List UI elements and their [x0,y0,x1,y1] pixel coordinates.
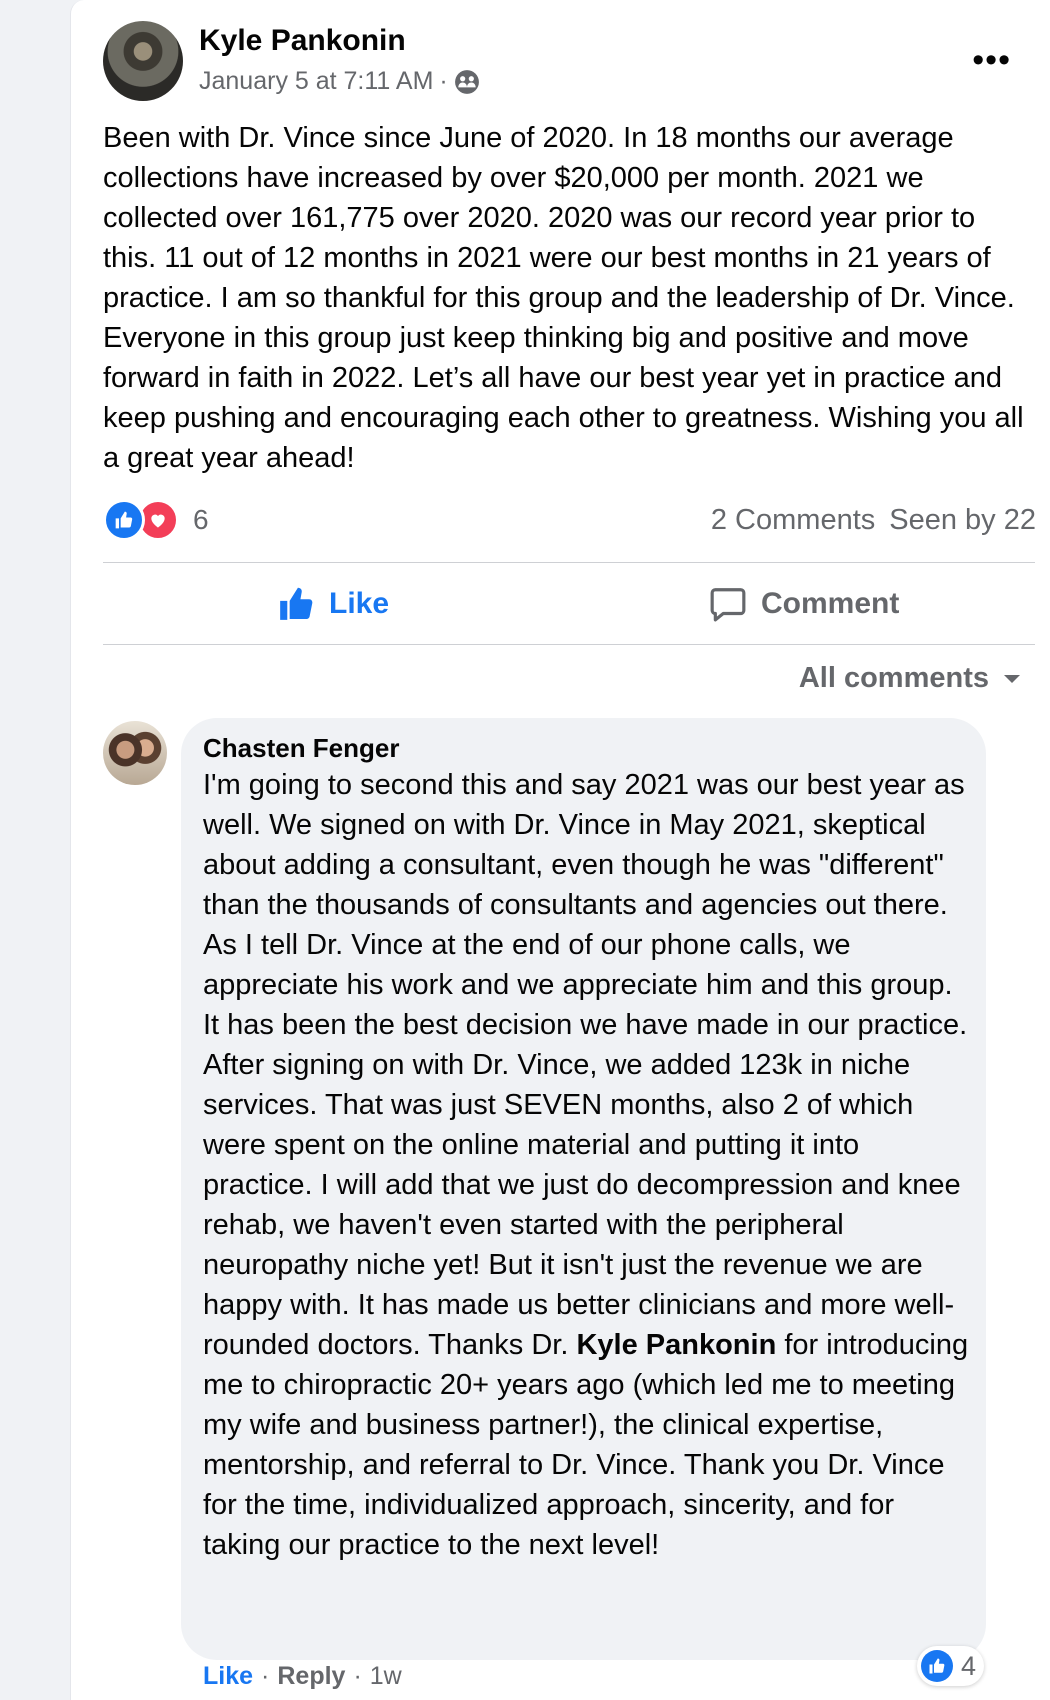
divider [103,562,1035,563]
comment-text-part: I'm going to second this and say 2021 wa… [203,769,968,1361]
post-timestamp[interactable]: January 5 at 7:11 AM [199,67,433,96]
reaction-count: 6 [193,504,209,535]
post-text: Been with Dr. Vince since June of 2020. … [103,122,1024,474]
post-author-name[interactable]: Kyle Pankonin [199,24,406,58]
comment-reaction-count: 4 [961,1650,977,1681]
seen-by-link[interactable]: Seen by 22 [889,504,1036,537]
comments-count-link[interactable]: 2 Comments [711,504,875,537]
caret-down-icon [1004,674,1020,683]
comments-filter-dropdown[interactable]: All comments [799,662,1021,695]
comment-button[interactable]: Comment [709,582,899,626]
more-options-button[interactable]: ••• [972,40,1011,80]
comments-filter-label: All comments [798,662,989,694]
comment-actions: Like · Reply · 1w [203,1662,402,1691]
like-button[interactable]: Like [277,582,389,626]
mention-link[interactable]: Kyle Pankonin [576,1329,776,1361]
comment-text-part: for introducing me to chiropractic 20+ y… [203,1329,969,1561]
divider [103,644,1035,645]
like-reaction-icon [921,1650,953,1682]
comment-like-button[interactable]: Like [203,1662,253,1691]
comment-icon [710,588,746,622]
comment-reactions[interactable]: 4 [917,1646,985,1686]
like-reaction-icon [103,499,145,541]
reactions-summary[interactable]: 6 [103,499,209,541]
post-card: Kyle Pankonin January 5 at 7:11 AM · •••… [70,0,1050,1700]
comment-text: I'm going to second this and say 2021 wa… [203,765,975,1565]
comment-action-separator: · [353,1662,362,1690]
group-icon [454,69,479,94]
like-button-label: Like [329,587,390,620]
thumbs-up-icon [280,587,313,620]
post-meta: January 5 at 7:11 AM · [199,67,480,96]
comment-action-separator: · [261,1662,270,1690]
comment-reply-button[interactable]: Reply [277,1662,345,1691]
comment-button-label: Comment [761,587,900,620]
author-avatar[interactable] [103,21,183,101]
post-stats: 2 Comments Seen by 22 [711,500,1036,540]
commenter-avatar[interactable] [103,721,167,785]
comment-age[interactable]: 1w [370,1662,402,1691]
meta-separator: · [439,67,448,95]
comment-author-name[interactable]: Chasten Fenger [203,733,400,764]
